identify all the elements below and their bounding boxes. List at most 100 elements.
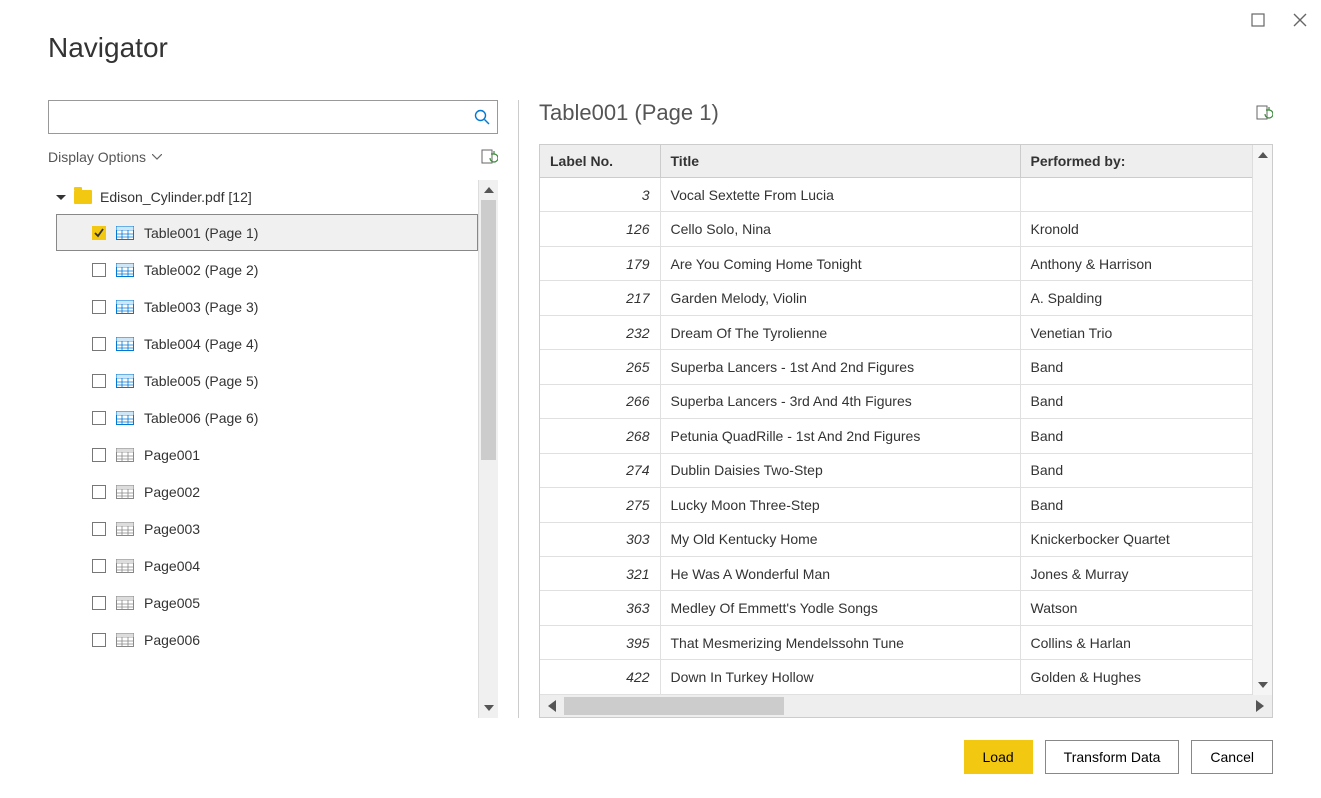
scroll-up-icon[interactable] xyxy=(479,180,498,200)
table-icon xyxy=(116,337,134,351)
checkbox[interactable] xyxy=(92,300,106,314)
tree-item-page005[interactable]: Page005 xyxy=(56,584,478,621)
table-row[interactable]: 363 Medley Of Emmett's Yodle Songs Watso… xyxy=(540,591,1252,625)
cell-performed-by: Golden & Hughes xyxy=(1020,660,1252,695)
table-row[interactable]: 274 Dublin Daisies Two-Step Band xyxy=(540,453,1252,487)
cell-label-no: 232 xyxy=(540,315,660,349)
footer: Load Transform Data Cancel xyxy=(964,740,1273,774)
cell-title: Lucky Moon Three-Step xyxy=(660,488,1020,522)
titlebar xyxy=(1249,0,1321,40)
hscroll-thumb[interactable] xyxy=(564,697,784,715)
tree-folder-root[interactable]: Edison_Cylinder.pdf [12] xyxy=(56,180,478,214)
page-icon xyxy=(116,633,134,647)
cell-performed-by: Watson xyxy=(1020,591,1252,625)
refresh-icon[interactable] xyxy=(480,148,498,166)
tree-item-table006-page-6-[interactable]: Table006 (Page 6) xyxy=(56,399,478,436)
navigator-tree: Edison_Cylinder.pdf [12] Table001 (Page … xyxy=(48,180,478,718)
scroll-down-icon[interactable] xyxy=(1253,675,1272,695)
tree-item-table004-page-4-[interactable]: Table004 (Page 4) xyxy=(56,325,478,362)
table-row[interactable]: 179 Are You Coming Home Tonight Anthony … xyxy=(540,246,1252,280)
table-row[interactable]: 265 Superba Lancers - 1st And 2nd Figure… xyxy=(540,350,1252,384)
cell-label-no: 265 xyxy=(540,350,660,384)
tree-scrollbar[interactable] xyxy=(478,180,498,718)
cell-label-no: 422 xyxy=(540,660,660,695)
tree-item-label: Table005 (Page 5) xyxy=(144,373,258,389)
checkbox[interactable] xyxy=(92,596,106,610)
tree-item-table005-page-5-[interactable]: Table005 (Page 5) xyxy=(56,362,478,399)
table-row[interactable]: 266 Superba Lancers - 3rd And 4th Figure… xyxy=(540,384,1252,418)
grid-vertical-scrollbar[interactable] xyxy=(1252,145,1272,695)
checkbox[interactable] xyxy=(92,263,106,277)
table-row[interactable]: 321 He Was A Wonderful Man Jones & Murra… xyxy=(540,556,1252,590)
table-icon xyxy=(116,226,134,240)
column-header[interactable]: Title xyxy=(660,145,1020,178)
search-input[interactable] xyxy=(49,109,467,125)
tree-item-page004[interactable]: Page004 xyxy=(56,547,478,584)
checkbox[interactable] xyxy=(92,485,106,499)
tree-item-page003[interactable]: Page003 xyxy=(56,510,478,547)
table-row[interactable]: 3 Vocal Sextette From Lucia xyxy=(540,178,1252,212)
table-row[interactable]: 232 Dream Of The Tyrolienne Venetian Tri… xyxy=(540,315,1252,349)
table-row[interactable]: 275 Lucky Moon Three-Step Band xyxy=(540,488,1252,522)
tree-item-table002-page-2-[interactable]: Table002 (Page 2) xyxy=(56,251,478,288)
table-row[interactable]: 395 That Mesmerizing Mendelssohn Tune Co… xyxy=(540,625,1252,659)
checkbox[interactable] xyxy=(92,559,106,573)
column-header[interactable]: Label No. xyxy=(540,145,660,178)
load-button[interactable]: Load xyxy=(964,740,1033,774)
tree-item-page006[interactable]: Page006 xyxy=(56,621,478,658)
checkbox[interactable] xyxy=(92,226,106,240)
cell-title: Medley Of Emmett's Yodle Songs xyxy=(660,591,1020,625)
cell-performed-by: Band xyxy=(1020,384,1252,418)
table-row[interactable]: 217 Garden Melody, Violin A. Spalding xyxy=(540,281,1252,315)
pane-divider xyxy=(518,100,519,718)
tree-item-page001[interactable]: Page001 xyxy=(56,436,478,473)
table-row[interactable]: 422 Down In Turkey Hollow Golden & Hughe… xyxy=(540,660,1252,695)
transform-data-button[interactable]: Transform Data xyxy=(1045,740,1180,774)
caret-down-icon[interactable] xyxy=(56,195,66,200)
cancel-button[interactable]: Cancel xyxy=(1191,740,1273,774)
table-icon xyxy=(116,411,134,425)
scroll-up-icon[interactable] xyxy=(1253,145,1272,165)
navigator-window: Navigator Display Options xyxy=(0,0,1321,798)
search-box[interactable] xyxy=(48,100,498,134)
scroll-thumb[interactable] xyxy=(481,200,496,460)
tree-item-table001-page-1-[interactable]: Table001 (Page 1) xyxy=(56,214,478,251)
tree-item-table003-page-3-[interactable]: Table003 (Page 3) xyxy=(56,288,478,325)
search-icon[interactable] xyxy=(467,109,497,125)
checkbox[interactable] xyxy=(92,374,106,388)
tree-wrap: Edison_Cylinder.pdf [12] Table001 (Page … xyxy=(48,180,498,718)
table-row[interactable]: 303 My Old Kentucky Home Knickerbocker Q… xyxy=(540,522,1252,556)
display-options-dropdown[interactable]: Display Options xyxy=(48,149,162,165)
checkbox[interactable] xyxy=(92,411,106,425)
preview-refresh-icon[interactable] xyxy=(1255,104,1273,122)
cell-label-no: 266 xyxy=(540,384,660,418)
cell-title: Dublin Daisies Two-Step xyxy=(660,453,1020,487)
hscroll-track[interactable] xyxy=(564,695,1248,717)
tree-item-label: Table006 (Page 6) xyxy=(144,410,258,426)
checkbox[interactable] xyxy=(92,633,106,647)
cell-label-no: 217 xyxy=(540,281,660,315)
maximize-button[interactable] xyxy=(1249,11,1267,29)
close-button[interactable] xyxy=(1291,11,1309,29)
cell-performed-by: Anthony & Harrison xyxy=(1020,246,1252,280)
tree-root: Edison_Cylinder.pdf [12] Table001 (Page … xyxy=(48,180,478,658)
table-row[interactable]: 126 Cello Solo, Nina Kronold xyxy=(540,212,1252,246)
cell-title: Superba Lancers - 3rd And 4th Figures xyxy=(660,384,1020,418)
tree-item-page002[interactable]: Page002 xyxy=(56,473,478,510)
table-row[interactable]: 268 Petunia QuadRille - 1st And 2nd Figu… xyxy=(540,419,1252,453)
page-icon xyxy=(116,522,134,536)
tree-item-label: Table004 (Page 4) xyxy=(144,336,258,352)
column-header[interactable]: Performed by: xyxy=(1020,145,1252,178)
preview-table: Label No.TitlePerformed by: 3 Vocal Sext… xyxy=(540,145,1252,695)
checkbox[interactable] xyxy=(92,337,106,351)
scroll-right-icon[interactable] xyxy=(1248,695,1272,717)
checkbox[interactable] xyxy=(92,522,106,536)
cell-title: Dream Of The Tyrolienne xyxy=(660,315,1020,349)
table-icon xyxy=(116,263,134,277)
scroll-down-icon[interactable] xyxy=(479,698,498,718)
cell-performed-by: Band xyxy=(1020,488,1252,522)
grid-horizontal-scrollbar[interactable] xyxy=(540,695,1272,717)
checkbox[interactable] xyxy=(92,448,106,462)
scroll-left-icon[interactable] xyxy=(540,695,564,717)
cell-title: Petunia QuadRille - 1st And 2nd Figures xyxy=(660,419,1020,453)
